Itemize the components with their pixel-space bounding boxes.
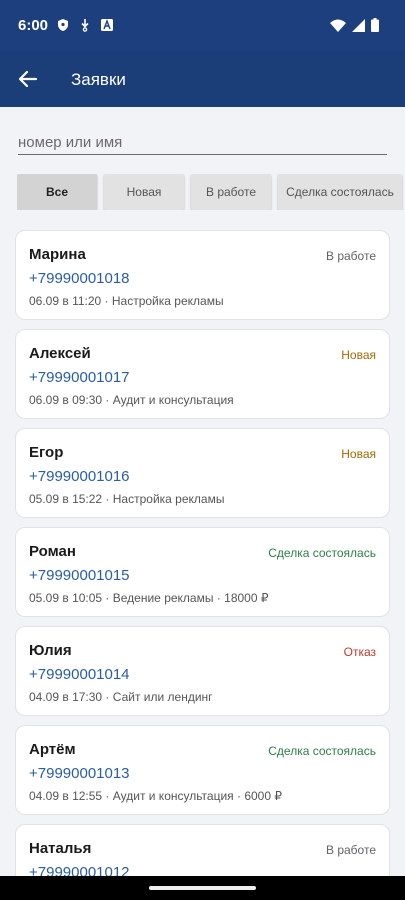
client-name: Роман (29, 543, 76, 560)
request-meta: 05.09 в 10:05 · Ведение рекламы · 18000 … (29, 591, 269, 605)
client-phone[interactable]: +79990001017 (29, 369, 130, 386)
requests-screen: Все Новая В работе Сделка состоялась Мар… (0, 107, 405, 876)
client-phone[interactable]: +79990001016 (29, 468, 130, 485)
status-right-icons (330, 18, 379, 37)
wifi-icon (330, 19, 346, 37)
status-badge: Новая (341, 447, 376, 461)
client-name: Егор (29, 444, 64, 461)
request-card[interactable]: Юлия Отказ +79990001014 04.09 в 17:30 · … (15, 626, 390, 716)
status-badge: В работе (325, 843, 376, 857)
status-badge: Новая (341, 348, 376, 362)
client-phone[interactable]: +79990001014 (29, 666, 130, 683)
system-nav-bar (0, 876, 405, 900)
arrow-back-icon[interactable] (16, 67, 40, 91)
request-card[interactable]: Марина В работе +79990001018 06.09 в 11:… (15, 230, 390, 320)
status-filter-bar: Все Новая В работе Сделка состоялась (17, 174, 405, 210)
search-input[interactable] (18, 131, 387, 155)
request-meta: 04.09 в 12:55 · Аудит и консультация · 6… (29, 789, 282, 803)
client-phone[interactable]: +79990001015 (29, 567, 130, 584)
client-phone[interactable]: +79990001012 (29, 864, 130, 876)
status-badge: В работе (325, 249, 376, 263)
status-badge: Отказ (343, 645, 376, 659)
request-meta: 04.09 в 17:30 · Сайт или лендинг (29, 690, 213, 704)
client-name: Алексей (29, 345, 91, 362)
client-name: Артём (29, 741, 76, 758)
filter-chip-deal-closed[interactable]: Сделка состоялась (278, 174, 402, 210)
filter-chip-new[interactable]: Новая (104, 174, 184, 210)
client-phone[interactable]: +79990001013 (29, 765, 130, 782)
download-icon (78, 18, 92, 32)
status-left-icons (56, 18, 114, 32)
client-name: Марина (29, 246, 86, 263)
client-phone[interactable]: +79990001018 (29, 270, 130, 287)
home-gesture-handle[interactable] (149, 886, 256, 890)
font-icon (100, 18, 114, 32)
filter-chip-in-progress[interactable]: В работе (191, 174, 271, 210)
request-card[interactable]: Наталья В работе +79990001012 (15, 824, 390, 876)
signal-icon (352, 18, 365, 37)
request-card[interactable]: Алексей Новая +79990001017 06.09 в 09:30… (15, 329, 390, 419)
client-name: Юлия (29, 642, 72, 659)
request-meta: 05.09 в 15:22 · Настройка рекламы (29, 492, 225, 506)
request-card[interactable]: Роман Сделка состоялась +79990001015 05.… (15, 527, 390, 617)
filter-chip-all[interactable]: Все (17, 174, 97, 210)
request-meta: 06.09 в 09:30 · Аудит и консультация (29, 393, 234, 407)
client-name: Наталья (29, 840, 92, 857)
status-bar: 6:00 (0, 0, 405, 51)
app-bar: Заявки (0, 51, 405, 107)
status-badge: Сделка состоялась (268, 546, 376, 560)
status-badge: Сделка состоялась (268, 744, 376, 758)
request-card[interactable]: Егор Новая +79990001016 05.09 в 15:22 · … (15, 428, 390, 518)
request-meta: 06.09 в 11:20 · Настройка рекламы (29, 294, 224, 308)
status-time: 6:00 (18, 17, 49, 34)
page-title: Заявки (71, 70, 126, 89)
request-card[interactable]: Артём Сделка состоялась +79990001013 04.… (15, 725, 390, 815)
shield-icon (56, 18, 70, 32)
battery-icon (371, 18, 379, 37)
